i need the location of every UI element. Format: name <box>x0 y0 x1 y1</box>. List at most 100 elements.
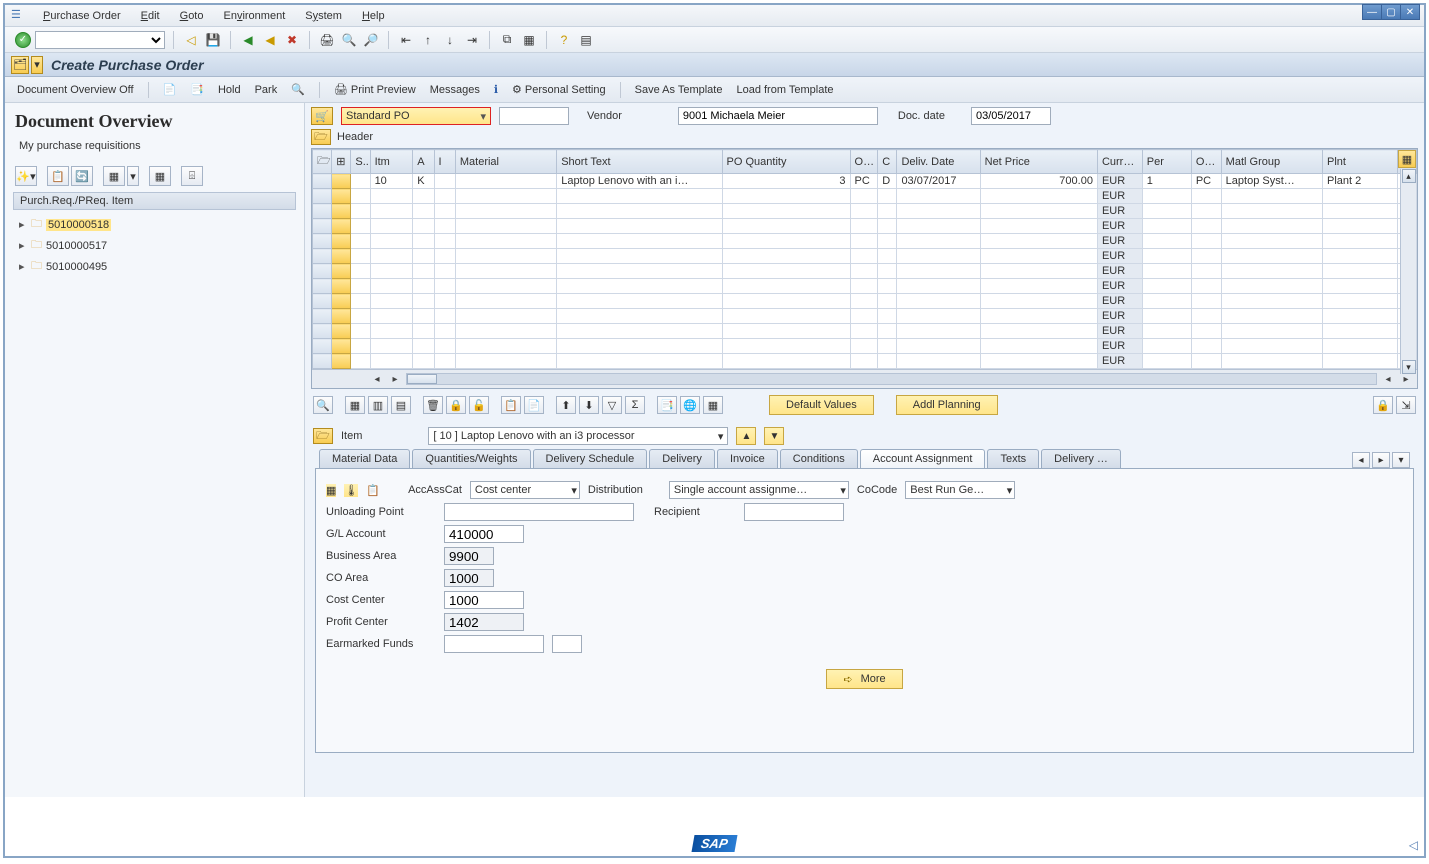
tab-list-icon[interactable]: ▾ <box>1392 452 1410 468</box>
po-type-select[interactable]: Standard PO ▾ <box>341 107 491 125</box>
info-icon[interactable]: ℹ <box>490 83 502 96</box>
hierarchy-icon[interactable]: ⌹ <box>181 166 203 186</box>
col-curr[interactable]: Curr… <box>1097 150 1142 174</box>
adopt-icon[interactable]: 📋 <box>47 166 69 186</box>
detail-icon[interactable]: 🔍 <box>313 396 333 414</box>
col-short-text[interactable]: Short Text <box>557 150 722 174</box>
expand-header-icon[interactable]: 🗁 <box>311 129 331 145</box>
col-per[interactable]: Per <box>1142 150 1191 174</box>
horizontal-scrollbar[interactable]: ◂ ▸ ◂ ▸ <box>312 369 1417 388</box>
tab-scroll-left-icon[interactable]: ◂ <box>1352 452 1370 468</box>
expand-item-icon[interactable]: 🗁 <box>313 428 333 444</box>
grid-row[interactable]: EUR <box>313 279 1417 294</box>
close-button[interactable]: ✕ <box>1400 4 1420 20</box>
col-s[interactable]: S.. <box>351 150 370 174</box>
layout-dd-icon[interactable]: ▾ <box>127 166 139 186</box>
grid-settings-icon[interactable]: ▦ <box>1398 150 1416 168</box>
scroll-right-icon[interactable]: ▸ <box>388 372 402 386</box>
create-icon[interactable]: 📄 <box>159 83 181 96</box>
deselect-all-icon[interactable]: ▥ <box>368 396 388 414</box>
minimize-button[interactable]: — <box>1362 4 1382 20</box>
col-deliv-date[interactable]: Deliv. Date <box>897 150 980 174</box>
table-view-icon[interactable]: ▦ <box>326 484 336 497</box>
copy-row-icon[interactable]: 📑 <box>657 396 677 414</box>
delete-icon[interactable]: 🗑 <box>423 396 443 414</box>
col-ou[interactable]: O… <box>850 150 878 174</box>
shortcut-icon[interactable]: ▦ <box>520 31 538 49</box>
tab-delivery-more[interactable]: Delivery … <box>1041 449 1121 468</box>
action-load-from-template[interactable]: Load from Template <box>732 84 837 96</box>
paste-icon[interactable]: 📄 <box>524 396 544 414</box>
grid-row[interactable]: EUR <box>313 339 1417 354</box>
find-next-icon[interactable]: 🔎 <box>362 31 380 49</box>
thermometer-icon[interactable]: 🌡 <box>344 484 358 497</box>
last-page-icon[interactable]: ⇥ <box>463 31 481 49</box>
sort-asc-icon[interactable]: ⬆ <box>556 396 576 414</box>
grid-row[interactable]: EUR <box>313 309 1417 324</box>
grid-row[interactable]: EUR <box>313 219 1417 234</box>
collapse-all-icon[interactable]: 🔒 <box>1373 396 1393 414</box>
menu-system[interactable]: System <box>295 10 352 22</box>
next-page-icon[interactable]: ↓ <box>441 31 459 49</box>
filter-icon[interactable]: ▽ <box>602 396 622 414</box>
tree-item-preq[interactable]: ▸ 🗀 5010000517 <box>19 235 290 256</box>
object-services-icon[interactable]: 🗂 <box>11 56 29 74</box>
business-area-input[interactable] <box>444 547 494 565</box>
col-expand[interactable]: 🗁 <box>313 150 332 174</box>
more-button[interactable]: ➪ More <box>826 669 902 689</box>
select-all-icon[interactable]: ▦ <box>345 396 365 414</box>
col-i[interactable]: I <box>434 150 455 174</box>
grid-row[interactable]: 10 K Laptop Lenovo with an i… 3 PC D 03/… <box>313 174 1417 189</box>
print-icon[interactable]: 🖨 <box>318 31 336 49</box>
tab-delivery[interactable]: Delivery <box>649 449 715 468</box>
tree-item-preq[interactable]: ▸ 🗀 5010000518 <box>19 214 290 235</box>
grid-row[interactable]: EUR <box>313 204 1417 219</box>
expand-arrow-icon[interactable]: ▸ <box>19 218 27 231</box>
refresh-icon[interactable]: 🔄 <box>71 166 93 186</box>
docdate-input[interactable] <box>971 107 1051 125</box>
gl-account-input[interactable] <box>444 525 524 543</box>
command-field[interactable] <box>35 31 165 49</box>
menu-goto[interactable]: Goto <box>170 10 214 22</box>
layout-icon[interactable]: ▦ <box>103 166 125 186</box>
unlock-icon[interactable]: 🔓 <box>469 396 489 414</box>
expand-icon[interactable]: ▦ <box>149 166 171 186</box>
sort-desc-icon[interactable]: ⬇ <box>579 396 599 414</box>
action-save-as-template[interactable]: Save As Template <box>631 84 727 96</box>
enter-icon[interactable]: ✓ <box>15 32 31 48</box>
object-dropdown-icon[interactable]: ▾ <box>31 56 43 74</box>
earmarked-funds-input[interactable] <box>444 635 544 653</box>
scroll-down-icon[interactable]: ▾ <box>1402 360 1416 374</box>
menu-edit[interactable]: Edit <box>131 10 170 22</box>
tab-texts[interactable]: Texts <box>987 449 1039 468</box>
select-block-icon[interactable]: ▤ <box>391 396 411 414</box>
tab-delivery-schedule[interactable]: Delivery Schedule <box>533 449 648 468</box>
action-print-preview[interactable]: 🖨Print Preview <box>330 83 420 96</box>
prev-page-icon[interactable]: ↑ <box>419 31 437 49</box>
back-green-icon[interactable]: ◀ <box>239 31 257 49</box>
action-doc-overview-off[interactable]: Document Overview Off <box>13 84 138 96</box>
col-c[interactable]: C <box>878 150 897 174</box>
grid-row[interactable]: EUR <box>313 294 1417 309</box>
default-values-button[interactable]: Default Values <box>769 395 874 415</box>
save-icon[interactable]: 💾 <box>204 31 222 49</box>
accasscat-select[interactable]: Cost center▾ <box>470 481 580 499</box>
po-number-input[interactable] <box>499 107 569 125</box>
back-icon[interactable]: ◁ <box>182 31 200 49</box>
status-arrow-icon[interactable]: ◁ <box>1409 838 1418 852</box>
col-select[interactable]: ⊞ <box>332 150 351 174</box>
prev-item-icon[interactable]: ▲ <box>736 427 756 445</box>
tab-material-data[interactable]: Material Data <box>319 449 410 468</box>
col-po-qty[interactable]: PO Quantity <box>722 150 850 174</box>
action-personal-setting[interactable]: ⚙Personal Setting <box>508 83 610 96</box>
tab-conditions[interactable]: Conditions <box>780 449 858 468</box>
menu-purchase-order[interactable]: PPurchase Orderurchase Order <box>33 10 131 22</box>
clipboard-icon[interactable]: 📋 <box>366 484 380 497</box>
grid-row[interactable]: EUR <box>313 249 1417 264</box>
export-icon[interactable]: ▦ <box>703 396 723 414</box>
action-messages[interactable]: Messages <box>426 84 484 96</box>
env-icon[interactable]: 🌐 <box>680 396 700 414</box>
grid-row[interactable]: EUR <box>313 354 1417 369</box>
new-session-icon[interactable]: ⧉ <box>498 31 516 49</box>
grid-row[interactable]: EUR <box>313 324 1417 339</box>
